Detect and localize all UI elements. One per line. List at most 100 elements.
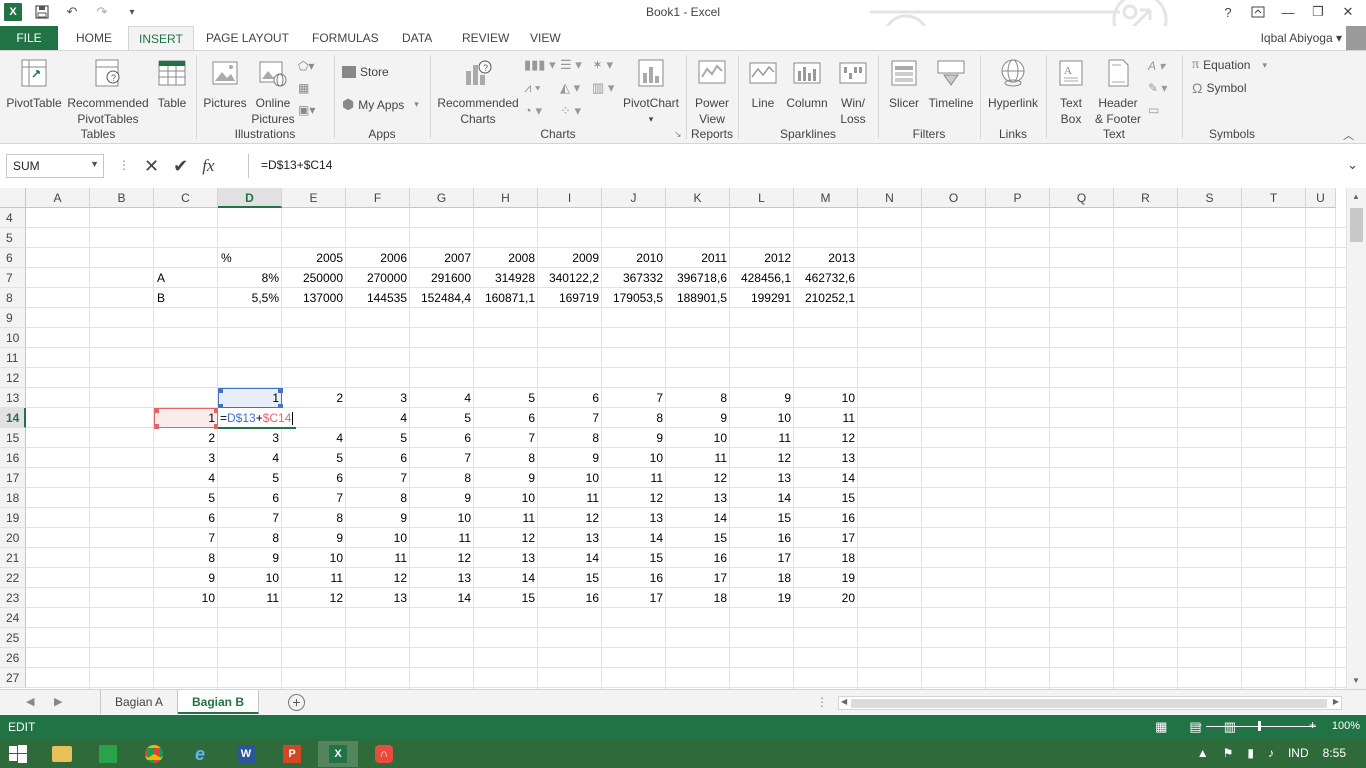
row-header-21[interactable]: 21 [0,548,26,568]
cell-f23[interactable]: 13 [346,588,410,608]
cell-i22[interactable]: 15 [538,568,602,588]
slicer-button[interactable]: Slicer [884,55,924,111]
row-header-12[interactable]: 12 [0,368,26,388]
cell-k7[interactable]: 396718,6 [666,268,730,288]
cell-k21[interactable]: 16 [666,548,730,568]
collapse-ribbon-icon[interactable]: ︿ [1343,127,1354,143]
cell-l13[interactable]: 9 [730,388,794,408]
taskbar-media-app[interactable]: ∩ [364,741,404,767]
row-header-18[interactable]: 18 [0,488,26,508]
tab-data[interactable]: DATA [392,26,442,50]
cell-j7[interactable]: 367332 [602,268,666,288]
cell-h7[interactable]: 314928 [474,268,538,288]
zoom-slider-knob[interactable] [1258,721,1261,731]
row-header-14[interactable]: 14 [0,408,26,428]
cell-j6[interactable]: 2010 [602,248,666,268]
cell-m15[interactable]: 12 [794,428,858,448]
column-header-e[interactable]: E [282,188,346,208]
cell-e7[interactable]: 250000 [282,268,346,288]
cell-d19[interactable]: 7 [218,508,282,528]
equation-button[interactable]: π Equation ▾ [1192,57,1267,73]
formula-input[interactable]: =D$13+$C14 ⌄ [248,154,1364,178]
cell-g7[interactable]: 291600 [410,268,474,288]
column-header-q[interactable]: Q [1050,188,1114,208]
horizontal-scroll-thumb[interactable] [851,699,1327,708]
store-button[interactable]: Store [342,65,389,79]
column-chart-button[interactable]: ▮▮▮ ▾ [524,57,556,73]
cell-g18[interactable]: 9 [410,488,474,508]
confirm-entry-icon[interactable]: ✔ [173,156,188,177]
pie-chart-button[interactable]: ◔ ▾ [524,103,542,119]
cell-j15[interactable]: 9 [602,428,666,448]
cell-f20[interactable]: 10 [346,528,410,548]
cell-m6[interactable]: 2013 [794,248,858,268]
line-chart-button[interactable]: ⩘ ▾ [524,80,540,96]
cell-e6[interactable]: 2005 [282,248,346,268]
taskbar-word[interactable]: W [226,741,266,767]
zoom-level[interactable]: 100% [1332,720,1360,732]
sheet-prev-icon[interactable]: ◀ [26,695,34,708]
expand-formula-bar-icon[interactable]: ⌄ [1347,157,1358,173]
signature-line-button[interactable]: ✎ ▾ [1148,81,1167,95]
cell-f16[interactable]: 6 [346,448,410,468]
cell-f19[interactable]: 9 [346,508,410,528]
scroll-down-icon[interactable]: ▼ [1352,676,1360,685]
wordart-button[interactable]: A ▾ [1148,59,1165,73]
cell-c15[interactable]: 2 [154,428,218,448]
cell-i20[interactable]: 13 [538,528,602,548]
taskbar-powerpoint[interactable]: P [272,741,312,767]
sparkline-line-button[interactable]: Line [744,55,782,111]
clock-time[interactable]: 8:55 [1323,746,1346,760]
column-header-i[interactable]: I [538,188,602,208]
cell-l23[interactable]: 19 [730,588,794,608]
row-header-10[interactable]: 10 [0,328,26,348]
volume-icon[interactable]: ♪ [1268,746,1274,760]
column-header-d[interactable]: D [218,188,282,208]
column-header-a[interactable]: A [26,188,90,208]
cell-l16[interactable]: 12 [730,448,794,468]
pivottable-button[interactable]: PivotTable [6,55,62,111]
cell-e23[interactable]: 12 [282,588,346,608]
cell-h8[interactable]: 160871,1 [474,288,538,308]
cell-k14[interactable]: 9 [666,408,730,428]
cell-j21[interactable]: 15 [602,548,666,568]
cell-l19[interactable]: 15 [730,508,794,528]
cell-i6[interactable]: 2009 [538,248,602,268]
cell-f15[interactable]: 5 [346,428,410,448]
cell-i15[interactable]: 8 [538,428,602,448]
cell-d6[interactable]: % [218,248,282,268]
cell-j22[interactable]: 16 [602,568,666,588]
user-account[interactable]: Iqbal Abiyoga ▾ [1261,31,1342,45]
cell-g8[interactable]: 152484,4 [410,288,474,308]
taskbar-internet-explorer[interactable]: e [180,741,220,767]
input-language[interactable]: IND [1288,746,1309,760]
screenshot-button[interactable]: ▣▾ [298,103,315,117]
my-apps-button[interactable]: ⬢ My Apps ▾ [342,96,419,113]
cell-i14[interactable]: 7 [538,408,602,428]
cell-d23[interactable]: 11 [218,588,282,608]
column-header-h[interactable]: H [474,188,538,208]
row-header-19[interactable]: 19 [0,508,26,528]
column-header-f[interactable]: F [346,188,410,208]
object-button[interactable]: ▭ [1148,103,1159,117]
recommended-charts-button[interactable]: ? Recommended Charts [436,55,520,127]
cell-j8[interactable]: 179053,5 [602,288,666,308]
cell-e19[interactable]: 8 [282,508,346,528]
column-header-t[interactable]: T [1242,188,1306,208]
shapes-button[interactable]: ⬠▾ [298,59,314,73]
hyperlink-button[interactable]: Hyperlink [984,55,1042,111]
worksheet-grid[interactable]: A B C D E F G H I J K L M N O P Q R S T U 4 5 6 7 8 9 10 11 12 13 14 15 1… [0,188,1346,689]
cell-i7[interactable]: 340122,2 [538,268,602,288]
cell-d8[interactable]: 5,5% [218,288,282,308]
bar-chart-button[interactable]: ☰ ▾ [560,57,582,73]
cell-m22[interactable]: 19 [794,568,858,588]
taskbar-excel[interactable]: X [318,741,358,767]
cell-c23[interactable]: 10 [154,588,218,608]
cell-j23[interactable]: 17 [602,588,666,608]
cell-f6[interactable]: 2006 [346,248,410,268]
cell-j14[interactable]: 8 [602,408,666,428]
row-header-6[interactable]: 6 [0,248,26,268]
normal-view-icon[interactable]: ▦ [1155,719,1167,735]
row-header-11[interactable]: 11 [0,348,26,368]
cell-d7[interactable]: 8% [218,268,282,288]
